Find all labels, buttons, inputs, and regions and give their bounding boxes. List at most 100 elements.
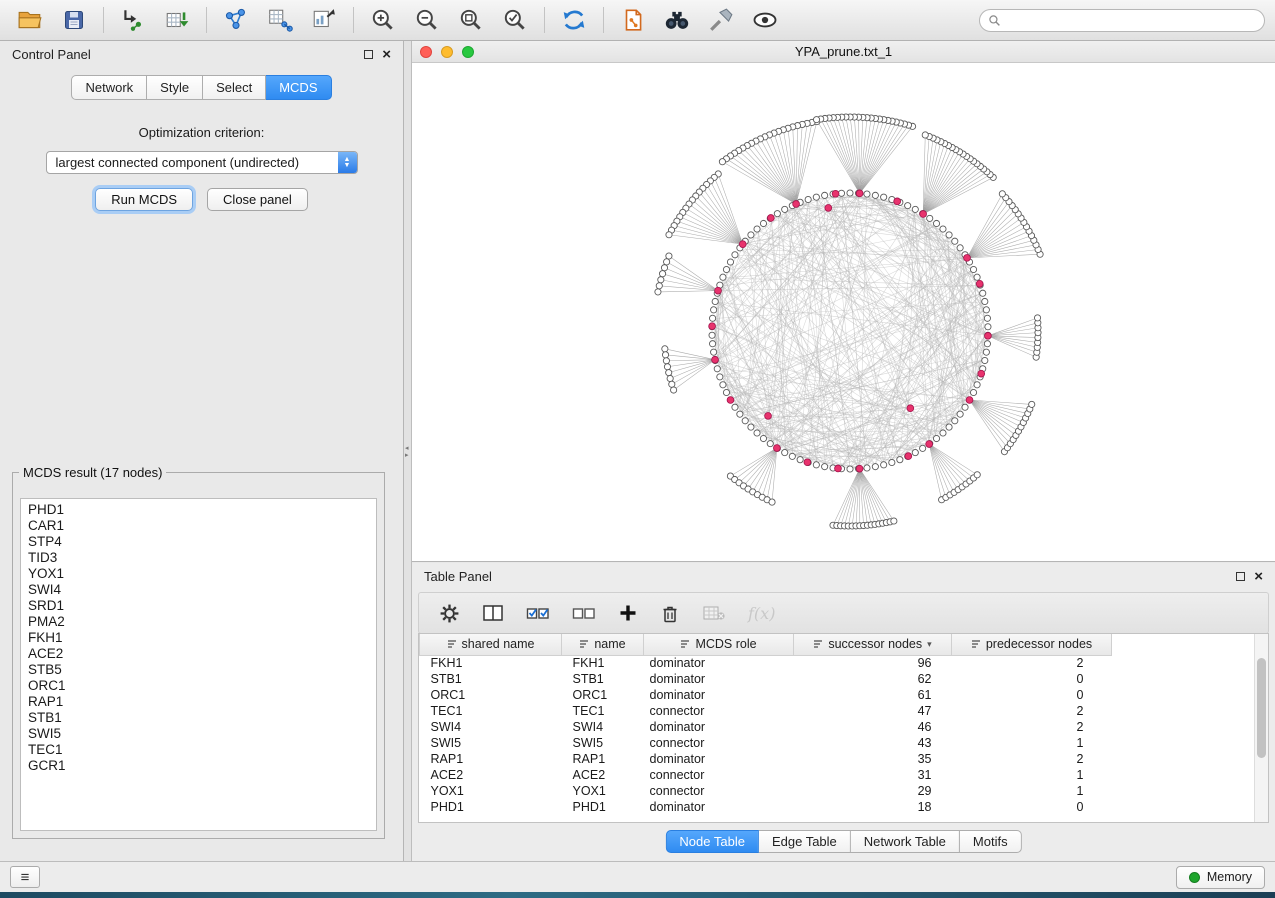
table-row[interactable]: ORC1 ORC1 dominator 61 0 — [420, 687, 1112, 703]
cell-predecessor-nodes: 2 — [952, 751, 1112, 767]
table-row[interactable]: SWI4 SWI4 dominator 46 2 — [420, 719, 1112, 735]
mcds-result-item[interactable]: SWI4 — [28, 582, 376, 598]
memory-button[interactable]: Memory — [1176, 866, 1265, 889]
table-row[interactable]: PHD1 PHD1 dominator 18 0 — [420, 799, 1112, 815]
tab-edge-table[interactable]: Edge Table — [759, 830, 851, 853]
open-file-button[interactable] — [10, 4, 50, 36]
search-input[interactable] — [1006, 13, 1256, 27]
cell-successor-nodes: 62 — [794, 671, 952, 687]
mcds-result-item[interactable]: GCR1 — [28, 758, 376, 774]
mcds-result-item[interactable]: RAP1 — [28, 694, 376, 710]
refresh-icon — [560, 6, 588, 34]
network-titlebar: YPA_prune.txt_1 — [412, 41, 1275, 63]
mcds-result-item[interactable]: TEC1 — [28, 742, 376, 758]
scrollbar-thumb[interactable] — [1257, 658, 1266, 758]
run-mcds-button[interactable]: Run MCDS — [95, 188, 193, 211]
network-window: YPA_prune.txt_1 — [412, 41, 1275, 562]
tab-style[interactable]: Style — [147, 75, 203, 100]
cell-successor-nodes: 96 — [794, 655, 952, 671]
cell-name: SWI5 — [562, 735, 644, 751]
status-bar: ≡ Memory — [0, 861, 1275, 892]
column-header-shared-name[interactable]: shared name — [420, 634, 562, 655]
table-row[interactable]: TEC1 TEC1 connector 47 2 — [420, 703, 1112, 719]
criterion-dropdown[interactable]: largest connected component (undirected)… — [46, 151, 358, 174]
cell-successor-nodes: 61 — [794, 687, 952, 703]
close-panel-icon[interactable]: × — [1254, 569, 1263, 584]
network-canvas[interactable] — [412, 63, 1275, 561]
zoom-out-button[interactable] — [407, 4, 447, 36]
column-header-predecessor-nodes[interactable]: predecessor nodes — [952, 634, 1112, 655]
tab-select[interactable]: Select — [203, 75, 266, 100]
mcds-result-item[interactable]: STP4 — [28, 534, 376, 550]
mcds-result-list[interactable]: PHD1 CAR1 STP4 TID3 YOX1 SWI4 SRD1 PMA2 … — [20, 498, 377, 831]
column-header-successor-nodes[interactable]: successor nodes ▾ — [794, 634, 952, 655]
new-network-button[interactable] — [216, 4, 256, 36]
search-network-button[interactable] — [657, 4, 697, 36]
mcds-result-item[interactable]: SWI5 — [28, 726, 376, 742]
float-panel-icon[interactable] — [1236, 572, 1245, 581]
network-from-table-button[interactable] — [260, 4, 300, 36]
float-panel-icon[interactable] — [364, 50, 373, 59]
mcds-result-item[interactable]: YOX1 — [28, 566, 376, 582]
mcds-result-item[interactable]: CAR1 — [28, 518, 376, 534]
table-settings-button[interactable] — [439, 603, 460, 624]
splitter-handle-icon[interactable]: ◂▸ — [405, 445, 409, 459]
memory-label: Memory — [1207, 870, 1252, 884]
network-graph[interactable] — [412, 63, 1273, 561]
cell-predecessor-nodes: 1 — [952, 767, 1112, 783]
mcds-result-item[interactable]: FKH1 — [28, 630, 376, 646]
mcds-result-item[interactable]: STB5 — [28, 662, 376, 678]
mcds-result-item[interactable]: STB1 — [28, 710, 376, 726]
search-field[interactable] — [979, 9, 1265, 32]
apply-layout-button[interactable] — [554, 4, 594, 36]
import-table-button[interactable] — [157, 4, 197, 36]
close-panel-icon[interactable]: × — [382, 47, 391, 62]
status-menu-button[interactable]: ≡ — [10, 866, 40, 888]
close-panel-button[interactable]: Close panel — [207, 188, 308, 211]
table-row[interactable]: RAP1 RAP1 dominator 35 2 — [420, 751, 1112, 767]
table-row[interactable]: STB1 STB1 dominator 62 0 — [420, 671, 1112, 687]
add-column-button[interactable] — [618, 603, 638, 623]
delete-column-button[interactable] — [660, 603, 680, 624]
cell-name: YOX1 — [562, 783, 644, 799]
mcds-result-item[interactable]: PMA2 — [28, 614, 376, 630]
show-hide-button[interactable] — [745, 4, 785, 36]
column-header-name[interactable]: name — [562, 634, 644, 655]
zoom-fit-button[interactable] — [451, 4, 491, 36]
delete-table-icon — [702, 603, 726, 623]
mcds-result-item[interactable]: TID3 — [28, 550, 376, 566]
cell-successor-nodes: 46 — [794, 719, 952, 735]
tab-network-table[interactable]: Network Table — [851, 830, 960, 853]
cell-predecessor-nodes: 2 — [952, 703, 1112, 719]
table-scrollbar[interactable] — [1254, 634, 1268, 822]
zoom-in-button[interactable] — [363, 4, 403, 36]
table-row[interactable]: YOX1 YOX1 connector 29 1 — [420, 783, 1112, 799]
tab-mcds[interactable]: MCDS — [266, 75, 331, 100]
select-all-button[interactable] — [526, 603, 550, 623]
tab-node-table[interactable]: Node Table — [665, 830, 759, 853]
paint-style-button[interactable] — [701, 4, 741, 36]
show-columns-button[interactable] — [482, 603, 504, 623]
mcds-result-item[interactable]: ORC1 — [28, 678, 376, 694]
zoom-selected-button[interactable] — [495, 4, 535, 36]
open-folder-icon — [17, 7, 43, 33]
delete-table-button — [702, 603, 726, 623]
table-row[interactable]: ACE2 ACE2 connector 31 1 — [420, 767, 1112, 783]
mcds-result-item[interactable]: PHD1 — [28, 502, 376, 518]
mcds-result-item[interactable]: ACE2 — [28, 646, 376, 662]
mcds-result-item[interactable]: SRD1 — [28, 598, 376, 614]
import-network-button[interactable] — [113, 4, 153, 36]
tab-motifs[interactable]: Motifs — [960, 830, 1022, 853]
optimization-criterion-label: Optimization criterion: — [0, 125, 403, 140]
column-header-mcds-role[interactable]: MCDS role — [644, 634, 794, 655]
table-row[interactable]: SWI5 SWI5 connector 43 1 — [420, 735, 1112, 751]
clone-network-button[interactable] — [613, 4, 653, 36]
panel-splitter[interactable]: ◂▸ — [404, 41, 412, 861]
save-session-button[interactable] — [54, 4, 94, 36]
table-row[interactable]: FKH1 FKH1 dominator 96 2 — [420, 655, 1112, 671]
deselect-all-button[interactable] — [572, 603, 596, 623]
zoom-out-icon — [414, 7, 440, 33]
cell-shared-name: SWI4 — [420, 719, 562, 735]
tab-network[interactable]: Network — [71, 75, 147, 100]
export-image-button[interactable] — [304, 4, 344, 36]
